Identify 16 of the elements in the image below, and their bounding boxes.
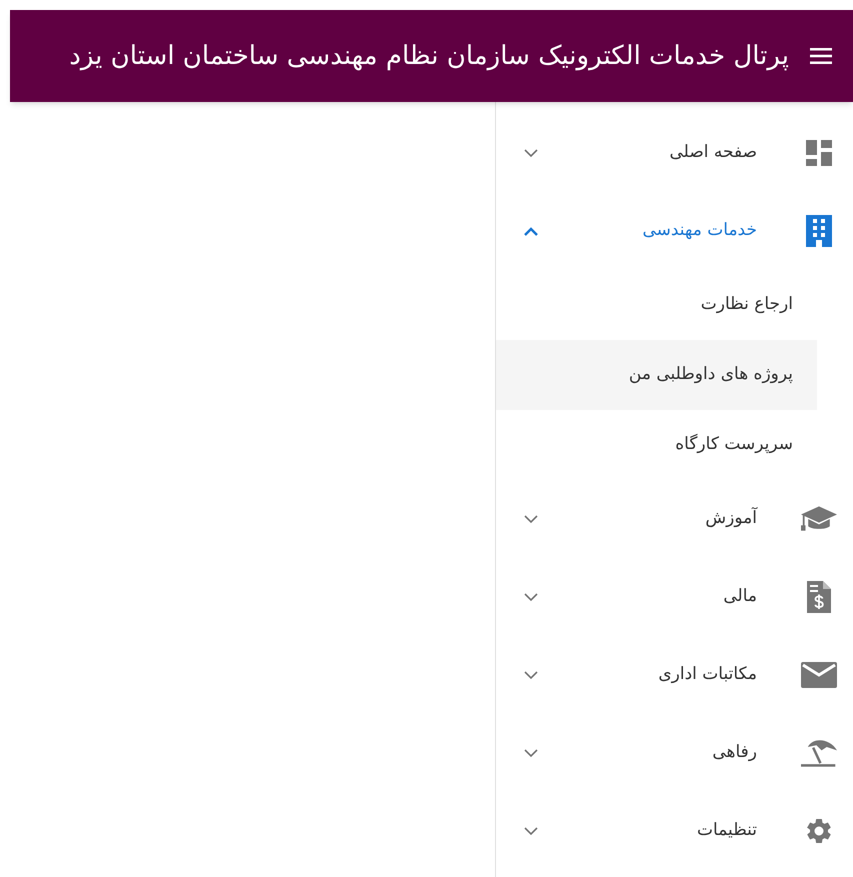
invoice-icon: [807, 581, 831, 613]
menu-item[interactable]: خدمات مهندسی: [496, 192, 853, 270]
menu-item[interactable]: مکاتبات اداری: [496, 636, 853, 714]
menu-item[interactable]: صفحه اصلی: [496, 114, 853, 192]
menu-item[interactable]: تنظیمات: [496, 792, 853, 870]
submenu-item[interactable]: ارجاع نظارت: [496, 270, 817, 340]
menu-item[interactable]: آموزش: [496, 480, 853, 558]
grid-icon: [806, 140, 832, 166]
app-title: پرتال خدمات الکترونیک سازمان نظام مهندسی ساختمان استان یزد: [69, 40, 789, 72]
menu-item[interactable]: رفاهی: [496, 714, 853, 792]
building-icon: [806, 215, 832, 247]
submenu-item[interactable]: سرپرست کارگاه: [496, 410, 817, 480]
envelope-icon: [801, 662, 837, 688]
graduation-cap-icon: [801, 505, 837, 533]
submenu-item[interactable]: پروژه های داوطلبی من: [496, 340, 817, 410]
menu-item[interactable]: مالی: [496, 558, 853, 636]
